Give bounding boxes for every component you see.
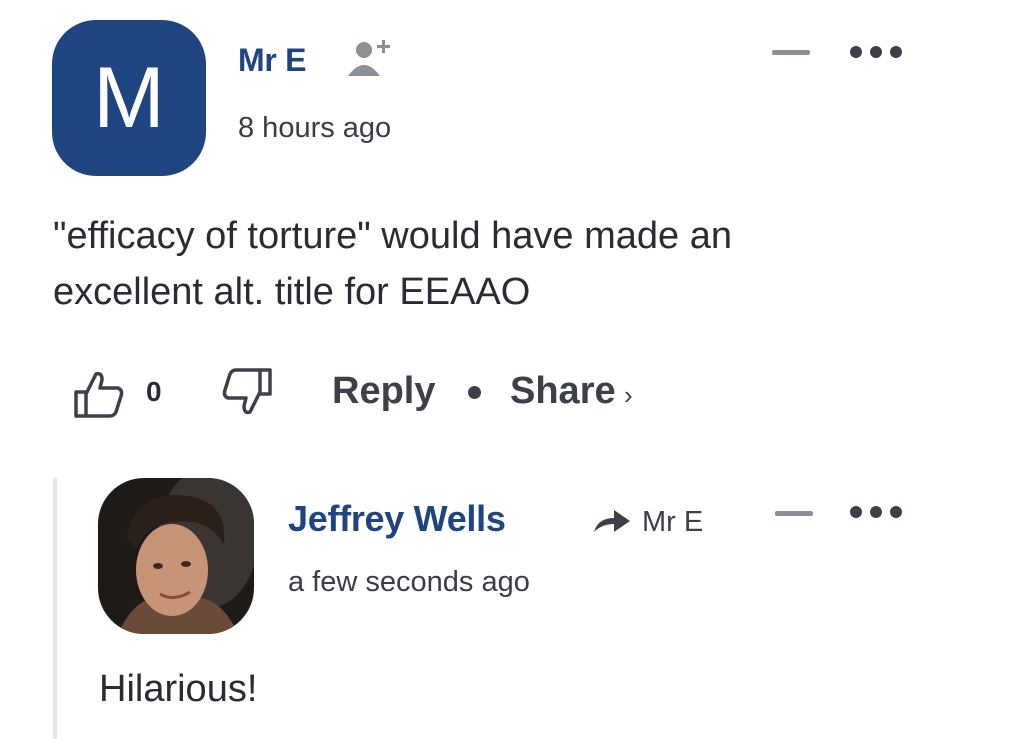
collapse-icon[interactable] <box>772 50 810 55</box>
share-button[interactable]: Share <box>510 370 616 413</box>
reply-to-name[interactable]: Mr E <box>642 506 703 539</box>
comment-text-line: "efficacy of torture" would have made an <box>53 215 732 257</box>
comment-text: "efficacy of torture" would have made an… <box>53 208 913 320</box>
comment-actions: 0 Reply Share › <box>72 362 772 422</box>
author-name[interactable]: Jeffrey Wells <box>288 498 506 540</box>
avatar[interactable]: M <box>52 20 206 176</box>
reply-text: Hilarious! <box>99 668 258 710</box>
thumbs-down-icon[interactable] <box>220 366 274 418</box>
more-options-icon[interactable] <box>848 42 904 62</box>
collapse-icon[interactable] <box>775 511 813 516</box>
more-options-icon[interactable] <box>848 502 904 522</box>
follow-user-icon[interactable] <box>344 36 398 82</box>
avatar[interactable] <box>98 478 254 634</box>
reply-arrow-icon <box>594 510 630 532</box>
like-count: 0 <box>146 376 162 407</box>
separator-dot <box>468 386 481 399</box>
chevron-right-icon[interactable]: › <box>624 380 633 411</box>
reply-button[interactable]: Reply <box>332 370 435 413</box>
thread-line <box>53 478 57 739</box>
author-name[interactable]: Mr E <box>238 42 306 79</box>
timestamp: 8 hours ago <box>238 112 392 144</box>
thumbs-up-icon[interactable] <box>72 368 126 420</box>
comment-text-line: excellent alt. title for EEAAO <box>53 271 531 313</box>
reply-to[interactable]: Mr E <box>592 500 752 540</box>
timestamp: a few seconds ago <box>288 566 530 598</box>
